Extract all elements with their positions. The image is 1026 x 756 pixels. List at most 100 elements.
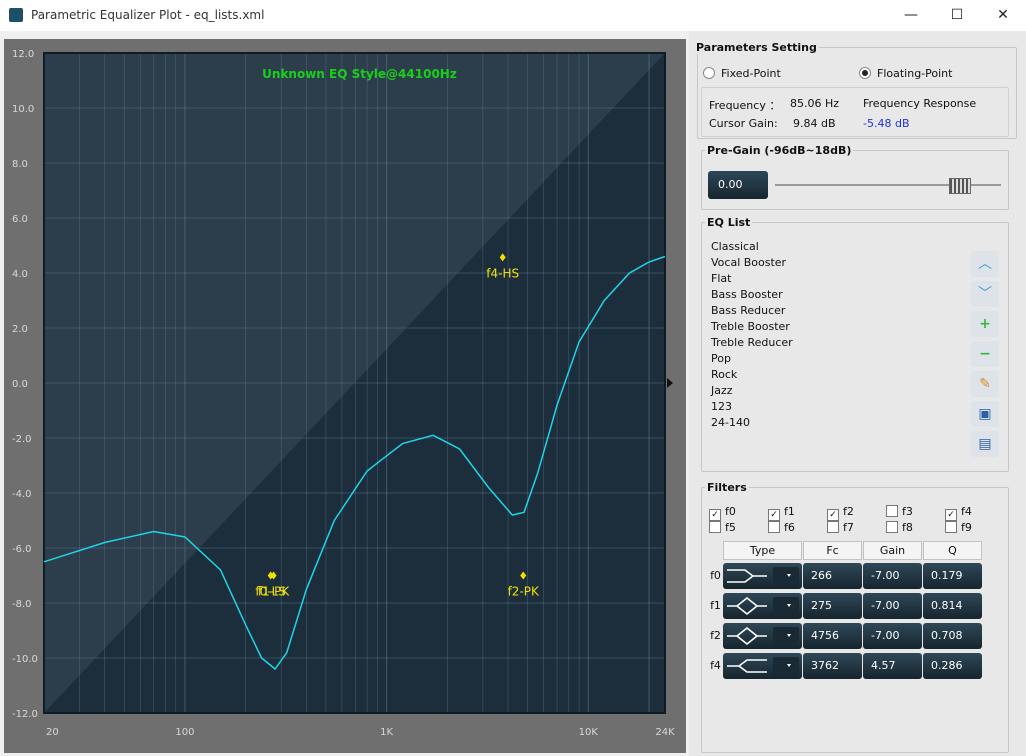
- filter-shape-icon: [727, 626, 799, 646]
- filter-checkbox-label: f0: [725, 505, 736, 518]
- minimize-button[interactable]: —: [888, 0, 934, 31]
- x-tick-label: 24K: [655, 727, 675, 738]
- eq-list-title: EQ List: [705, 216, 753, 229]
- y-tick-label: -10.0: [12, 654, 38, 665]
- fixed-point-radio[interactable]: Fixed-Point: [703, 67, 781, 80]
- filter-checkbox-f7[interactable]: f7: [827, 521, 854, 534]
- filter-gain-input[interactable]: -7.00: [863, 563, 922, 589]
- eq-list-item[interactable]: Rock: [711, 368, 737, 381]
- filter-marker-label: f4-HS: [486, 266, 519, 280]
- filter-q-input[interactable]: 0.286: [923, 653, 982, 679]
- filter-checkbox-f5[interactable]: f5: [709, 521, 736, 534]
- filter-q-input[interactable]: 0.814: [923, 593, 982, 619]
- filter-type-select[interactable]: [723, 593, 802, 619]
- y-tick-label: 12.0: [12, 49, 34, 60]
- eq-list-item[interactable]: Bass Reducer: [711, 304, 785, 317]
- eq-list-item[interactable]: Jazz: [711, 384, 733, 397]
- cursor-gain-value: 9.84 dB: [793, 117, 836, 130]
- eq-plot[interactable]: 12.0 10.0 8.0 6.0 4.0 2.0 0.0 -2.0 -4.0 -6.0 -8.0 -…: [4, 39, 686, 753]
- plus-icon: +: [979, 316, 991, 332]
- checkbox-box: ✓: [709, 509, 721, 521]
- eq-list-item[interactable]: Treble Reducer: [711, 336, 793, 349]
- move-down-button[interactable]: ﹀: [971, 281, 999, 307]
- x-tick-label: 20: [46, 727, 59, 738]
- frequency-value: 85.06 Hz: [790, 97, 840, 110]
- checkbox-box: ✓: [768, 509, 780, 521]
- filter-checkbox-f4[interactable]: ✓ f4: [945, 505, 972, 521]
- filter-checkbox-label: f8: [902, 521, 913, 534]
- filter-row-label: f2: [710, 629, 721, 642]
- minus-icon: −: [979, 346, 991, 362]
- filter-checkbox-f2[interactable]: ✓ f2: [827, 505, 854, 521]
- filter-fc-input[interactable]: 4756: [803, 623, 862, 649]
- filter-checkbox-f0[interactable]: ✓ f0: [709, 505, 736, 521]
- parameters-title: Parameters Setting: [694, 41, 819, 54]
- eq-list-item[interactable]: Flat: [711, 272, 731, 285]
- header-type: Type: [723, 541, 802, 560]
- y-tick-label: -2.0: [12, 434, 32, 445]
- filter-checkbox-label: f6: [784, 521, 795, 534]
- filter-row-label: f4: [710, 659, 721, 672]
- edit-preset-button[interactable]: ✎: [971, 371, 999, 397]
- pregain-input[interactable]: 0.00: [708, 171, 768, 199]
- eq-list-item[interactable]: 24-140: [711, 416, 750, 429]
- filter-marker-label: f2-PK: [508, 585, 540, 599]
- filter-type-select[interactable]: [723, 623, 802, 649]
- remove-preset-button[interactable]: −: [971, 341, 999, 367]
- filter-checkbox-f1[interactable]: ✓ f1: [768, 505, 795, 521]
- filter-checkbox-label: f5: [725, 521, 736, 534]
- filter-gain-input[interactable]: 4.57: [863, 653, 922, 679]
- checkbox-box: [886, 505, 898, 517]
- eq-list-item[interactable]: Classical: [711, 240, 759, 253]
- filter-checkbox-f3[interactable]: f3: [886, 505, 913, 518]
- checkbox-box: [827, 521, 839, 533]
- filter-type-select[interactable]: [723, 653, 802, 679]
- filter-shape-icon: [727, 596, 799, 616]
- eq-list-item[interactable]: Bass Booster: [711, 288, 783, 301]
- filter-gain-input[interactable]: -7.00: [863, 623, 922, 649]
- y-tick-label: 10.0: [12, 104, 34, 115]
- filter-fc-input[interactable]: 3762: [803, 653, 862, 679]
- checkbox-box: ✓: [945, 509, 957, 521]
- checkbox-box: [945, 521, 957, 533]
- cursor-gain-label: Cursor Gain:: [709, 117, 778, 130]
- filter-q-input[interactable]: 0.708: [923, 623, 982, 649]
- floating-point-radio[interactable]: Floating-Point: [859, 67, 952, 80]
- filter-fc-input[interactable]: 266: [803, 563, 862, 589]
- filter-row-label: f0: [710, 569, 721, 582]
- save-icon: ▣: [978, 406, 992, 422]
- frequency-label: Frequency ：: [709, 99, 781, 112]
- eq-list-item[interactable]: Vocal Booster: [711, 256, 786, 269]
- eq-plot-panel[interactable]: 12.0 10.0 8.0 6.0 4.0 2.0 0.0 -2.0 -4.0 -6.0 -8.0 -…: [4, 39, 686, 753]
- filter-checkbox-label: f7: [843, 521, 854, 534]
- cursor-arrow-icon: [667, 378, 673, 388]
- filter-checkbox-label: f4: [961, 505, 972, 518]
- plot-title: Unknown EQ Style@44100Hz: [262, 67, 457, 81]
- header-fc: Fc: [803, 541, 862, 560]
- x-tick-label: 100: [175, 727, 194, 738]
- eq-list-item[interactable]: Pop: [711, 352, 731, 365]
- settings-panel: Parameters Setting Fixed-Point Floating-…: [689, 31, 1026, 756]
- title-bar: Parametric Equalizer Plot - eq_lists.xml…: [0, 0, 1026, 31]
- filter-checkbox-f6[interactable]: f6: [768, 521, 795, 534]
- filter-fc-input[interactable]: 275: [803, 593, 862, 619]
- save-button[interactable]: ▣: [971, 401, 999, 427]
- filter-checkbox-f8[interactable]: f8: [886, 521, 913, 534]
- filter-checkbox-f9[interactable]: f9: [945, 521, 972, 534]
- filter-checkbox-label: f3: [902, 505, 913, 518]
- filter-checkbox-label: f2: [843, 505, 854, 518]
- app-icon: [9, 8, 23, 22]
- filter-type-select[interactable]: [723, 563, 802, 589]
- eq-list-item[interactable]: 123: [711, 400, 732, 413]
- pregain-slider-handle[interactable]: [949, 178, 971, 194]
- filter-q-input[interactable]: 0.179: [923, 563, 982, 589]
- filter-gain-input[interactable]: -7.00: [863, 593, 922, 619]
- add-preset-button[interactable]: +: [971, 311, 999, 337]
- close-button[interactable]: ✕: [980, 0, 1026, 31]
- pregain-title: Pre-Gain (-96dB~18dB): [705, 144, 854, 157]
- move-up-button[interactable]: ︿: [971, 251, 999, 277]
- eq-list-item[interactable]: Treble Booster: [711, 320, 790, 333]
- y-tick-label: 4.0: [12, 269, 28, 280]
- maximize-button[interactable]: ☐: [934, 0, 980, 31]
- save-as-button[interactable]: ▤: [971, 431, 999, 457]
